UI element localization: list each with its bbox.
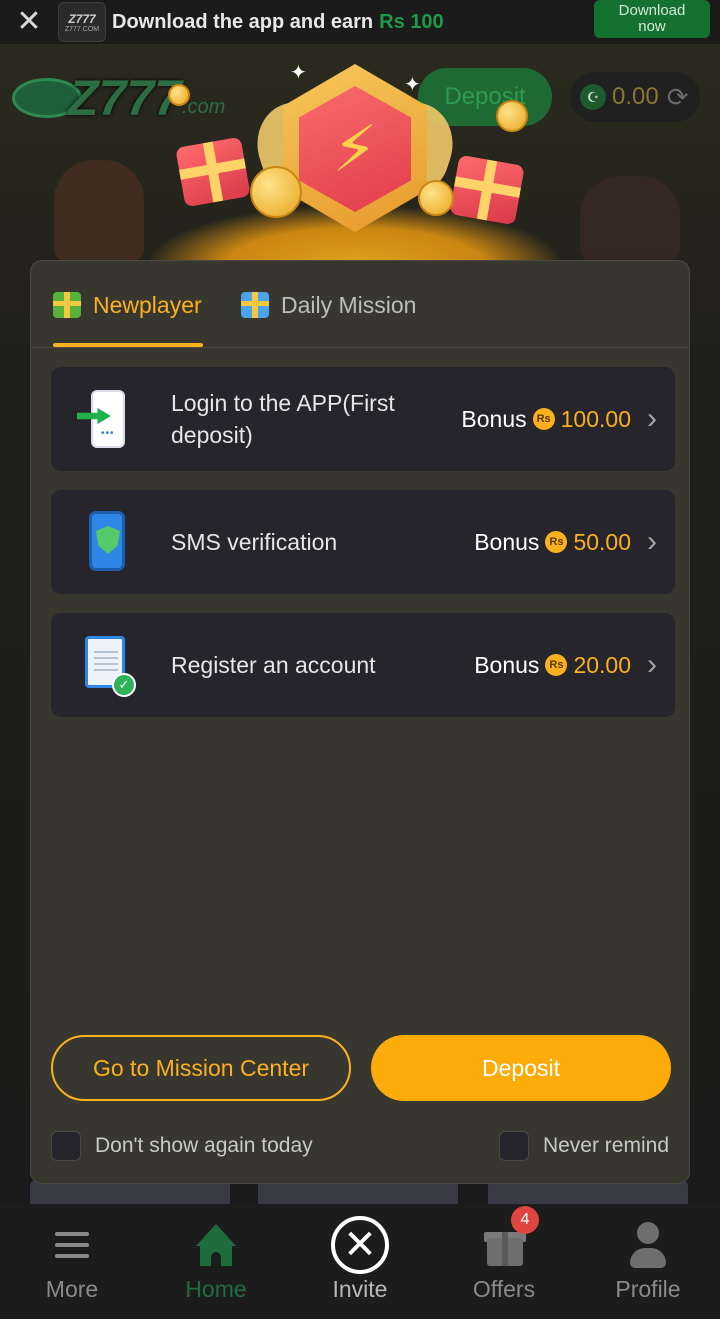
nav-invite-label: Invite	[332, 1276, 388, 1302]
tab-daily-mission-label: Daily Mission	[281, 291, 417, 318]
nav-home[interactable]: Home	[144, 1204, 288, 1319]
chevron-right-icon: ›	[647, 402, 657, 435]
sparkle-icon: ✦	[404, 74, 421, 96]
banner-amount: Rs 100	[379, 10, 444, 33]
coin-art	[496, 100, 528, 132]
chevron-right-icon: ›	[647, 648, 657, 681]
mission-modal: Newplayer Daily Mission ••• Login to the…	[30, 260, 690, 1184]
sparkle-icon: ✦	[290, 62, 307, 84]
task-label: Login to the APP(First deposit)	[171, 390, 395, 448]
close-icon[interactable]: ✕	[0, 0, 58, 44]
download-button-line1: Download	[618, 2, 686, 19]
download-button-line2: now	[638, 18, 666, 35]
nav-profile-label: Profile	[615, 1276, 681, 1302]
register-clipboard-icon: ✓	[77, 634, 136, 697]
active-tab-indicator	[53, 343, 203, 347]
app-login-icon: •••	[77, 388, 135, 450]
chevron-right-icon: ›	[647, 525, 657, 558]
nav-more[interactable]: More	[0, 1204, 144, 1319]
download-now-button[interactable]: Download now	[594, 0, 710, 38]
app-logo: Z777 Z777.COM	[58, 2, 106, 42]
coin-art	[418, 180, 454, 216]
currency-flag-icon: ☪	[580, 84, 606, 110]
task-label: SMS verification	[171, 529, 338, 555]
rupee-icon: Rs	[532, 408, 555, 430]
bonus-label: Bonus	[461, 405, 527, 432]
nav-invite[interactable]: ✕ Invite	[288, 1204, 432, 1319]
nav-offers-label: Offers	[472, 1276, 536, 1302]
task-label: Register an account	[171, 652, 376, 678]
balance-display[interactable]: ☪ 0.00 ⟳	[570, 72, 700, 122]
never-remind-label: Never remind	[542, 1134, 669, 1157]
invite-icon: ✕	[331, 1216, 389, 1274]
banner-text: Download the app and earn Rs 100	[112, 11, 444, 34]
nav-profile[interactable]: Profile	[576, 1204, 720, 1319]
download-banner: ✕ Z777 Z777.COM Download the app and ear…	[0, 0, 720, 44]
gift-icon: 4	[479, 1206, 539, 1270]
task-register-account[interactable]: ✓ Register an account Bonus Rs 20.00 ›	[51, 613, 675, 717]
dont-show-today-label: Don't show again today	[95, 1134, 313, 1157]
hero-badge-art: ⚡ ✦ ✦	[150, 56, 560, 266]
nav-offers[interactable]: 4 Offers	[432, 1204, 576, 1319]
gift-icon	[241, 292, 269, 318]
invite-icon-wrap: ✕	[331, 1216, 389, 1274]
bonus-value: 100.00	[560, 405, 631, 432]
offers-count-badge: 4	[511, 1206, 539, 1234]
nav-more-label: More	[45, 1276, 99, 1302]
gift-box-art	[449, 154, 525, 226]
character-art-left	[54, 160, 144, 260]
app-logo-text: Z777	[68, 11, 96, 26]
rupee-icon: Rs	[545, 531, 568, 553]
app-logo-sub: Z777.COM	[64, 25, 100, 33]
balance-amount: 0.00	[612, 83, 659, 110]
tab-newplayer[interactable]: Newplayer	[53, 285, 202, 325]
coin-art	[168, 84, 190, 106]
tab-daily-mission[interactable]: Daily Mission	[241, 285, 416, 325]
rupee-icon: Rs	[545, 654, 568, 676]
sms-shield-icon	[77, 511, 135, 573]
banner-message: Download the app and earn	[112, 10, 374, 33]
task-bonus: Bonus Rs 100.00	[461, 367, 631, 471]
coin-art	[250, 166, 302, 218]
deposit-button[interactable]: Deposit	[371, 1035, 671, 1101]
tab-newplayer-label: Newplayer	[93, 291, 202, 318]
task-login-app[interactable]: ••• Login to the APP(First deposit) Bonu…	[51, 367, 675, 471]
bonus-label: Bonus	[474, 651, 540, 678]
bonus-value: 20.00	[573, 651, 631, 678]
task-sms-verification[interactable]: SMS verification Bonus Rs 50.00 ›	[51, 490, 675, 594]
gift-box-art	[175, 136, 251, 208]
home-icon	[191, 1220, 241, 1270]
task-bonus: Bonus Rs 20.00	[474, 613, 631, 717]
bonus-label: Bonus	[474, 528, 540, 555]
profile-icon	[623, 1220, 673, 1270]
dont-show-today-option[interactable]: Don't show again today	[51, 1131, 313, 1161]
menu-icon	[47, 1220, 97, 1270]
nav-home-label: Home	[185, 1276, 247, 1302]
task-bonus: Bonus Rs 50.00	[474, 490, 631, 594]
modal-tabs: Newplayer Daily Mission	[31, 261, 689, 348]
gift-icon	[53, 292, 81, 318]
dont-show-today-checkbox[interactable]	[51, 1131, 81, 1161]
bottom-nav: More Home ✕ Invite 4 Offers Profile	[0, 1204, 720, 1319]
refresh-icon[interactable]: ⟳	[667, 82, 689, 113]
character-art-right	[580, 176, 680, 260]
never-remind-checkbox[interactable]	[498, 1131, 529, 1161]
never-remind-option[interactable]: Never remind	[498, 1131, 669, 1161]
bonus-value: 50.00	[573, 528, 631, 555]
go-to-mission-center-button[interactable]: Go to Mission Center	[51, 1035, 351, 1101]
